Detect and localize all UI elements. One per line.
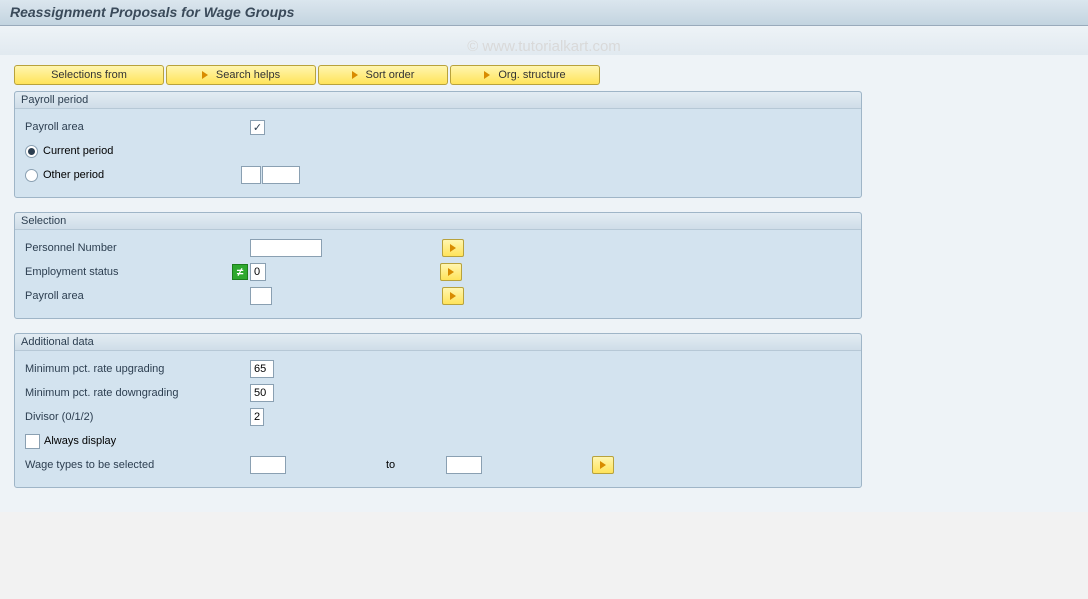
arrow-right-icon: [450, 244, 456, 252]
wage-types-more-button[interactable]: [592, 456, 614, 474]
org-structure-button[interactable]: Org. structure: [450, 65, 600, 85]
search-helps-button[interactable]: Search helps: [166, 65, 316, 85]
group-title-payroll-period: Payroll period: [15, 92, 861, 109]
not-equal-icon[interactable]: ≠: [232, 264, 248, 280]
org-structure-label: Org. structure: [498, 69, 565, 81]
group-payroll-period: Payroll period Payroll area ✓ Current pe…: [14, 91, 862, 198]
to-label: to: [386, 459, 446, 471]
arrow-right-icon: [352, 71, 358, 79]
personnel-number-label: Personnel Number: [25, 242, 250, 254]
personnel-number-more-button[interactable]: [442, 239, 464, 257]
page-title: Reassignment Proposals for Wage Groups: [10, 4, 1078, 20]
personnel-number-input[interactable]: [250, 239, 322, 257]
other-period-label: Other period: [43, 169, 104, 181]
payroll-area-more-button[interactable]: [442, 287, 464, 305]
arrow-right-icon: [600, 461, 606, 469]
group-title-additional-data: Additional data: [15, 334, 861, 351]
wage-types-from-input[interactable]: [250, 456, 286, 474]
min-pct-upgrade-label: Minimum pct. rate upgrading: [25, 363, 250, 375]
arrow-right-icon: [448, 268, 454, 276]
divisor-input[interactable]: [250, 408, 264, 426]
always-display-label: Always display: [44, 435, 116, 447]
payroll-area-input[interactable]: [250, 287, 272, 305]
group-selection: Selection Personnel Number Employment st…: [14, 212, 862, 319]
wage-types-label: Wage types to be selected: [25, 459, 250, 471]
button-row: Selections from Search helps Sort order …: [14, 65, 1074, 85]
employment-status-label: Employment status: [25, 266, 232, 278]
employment-status-more-button[interactable]: [440, 263, 462, 281]
sort-order-button[interactable]: Sort order: [318, 65, 448, 85]
current-period-label: Current period: [43, 145, 113, 157]
wage-types-to-input[interactable]: [446, 456, 482, 474]
always-display-checkbox[interactable]: [25, 434, 40, 449]
min-pct-downgrade-input[interactable]: [250, 384, 274, 402]
selections-from-button[interactable]: Selections from: [14, 65, 164, 85]
other-period-radio[interactable]: Other period: [25, 169, 104, 182]
arrow-right-icon: [484, 71, 490, 79]
sort-order-label: Sort order: [366, 69, 415, 81]
divisor-label: Divisor (0/1/2): [25, 411, 250, 423]
payroll-area-checkbox[interactable]: ✓: [250, 120, 265, 135]
title-bar: Reassignment Proposals for Wage Groups: [0, 0, 1088, 26]
group-title-selection: Selection: [15, 213, 861, 230]
min-pct-downgrade-label: Minimum pct. rate downgrading: [25, 387, 250, 399]
arrow-right-icon: [450, 292, 456, 300]
arrow-right-icon: [202, 71, 208, 79]
radio-icon: [25, 169, 38, 182]
other-period-to-input[interactable]: [262, 166, 300, 184]
selections-from-label: Selections from: [51, 69, 127, 81]
current-period-radio[interactable]: Current period: [25, 145, 113, 158]
employment-status-input[interactable]: [250, 263, 266, 281]
work-area: Selections from Search helps Sort order …: [0, 55, 1088, 512]
min-pct-upgrade-input[interactable]: [250, 360, 274, 378]
payroll-area-label: Payroll area: [25, 121, 250, 133]
group-additional-data: Additional data Minimum pct. rate upgrad…: [14, 333, 862, 488]
search-helps-label: Search helps: [216, 69, 280, 81]
radio-icon: [25, 145, 38, 158]
other-period-from-input[interactable]: [241, 166, 261, 184]
payroll-area-sel-label: Payroll area: [25, 290, 250, 302]
